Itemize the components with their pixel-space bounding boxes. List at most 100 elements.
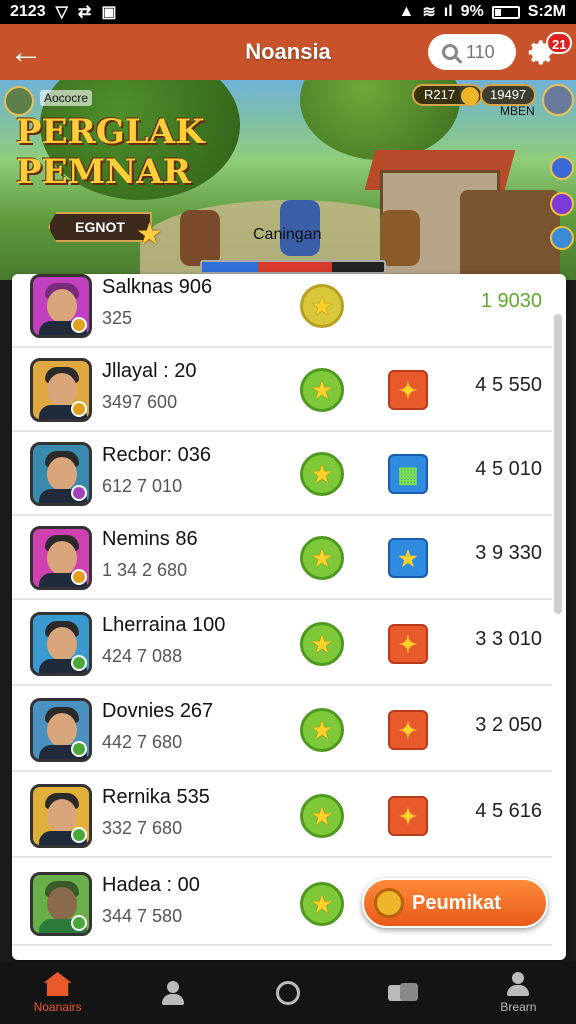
player-score: 3 9 330: [475, 542, 542, 564]
health-bar: [200, 260, 386, 274]
player-value: 344 7 580: [102, 906, 183, 926]
shield-icon[interactable]: [550, 156, 574, 180]
claim-button-label: Peumikat: [412, 891, 501, 914]
search-button[interactable]: 110: [428, 34, 516, 70]
settings-bubble-icon[interactable]: [550, 226, 574, 250]
player-value: 325: [102, 308, 133, 328]
sponsor-label: Aococre: [40, 90, 93, 106]
resource-counter: R217: [412, 84, 484, 106]
player-name: Salknas 906: [102, 276, 213, 298]
table-row[interactable]: Dovnies 267 442 7 680 ★ ✦ 3 2 050: [12, 688, 552, 772]
star-icon[interactable]: ★: [300, 882, 344, 926]
nav-account[interactable]: Brearn: [461, 962, 576, 1024]
avatar: [30, 442, 92, 506]
app-bar: ← Noansia 110 21: [0, 24, 576, 80]
resource-counter: 19497: [480, 84, 537, 106]
player-name: Nemins 86: [102, 528, 198, 550]
battery-percent: 9%: [460, 3, 484, 20]
player-name: Recbor: 036: [102, 444, 211, 466]
player-score: 3 3 010: [475, 628, 542, 650]
player-name: Rernika 535: [102, 786, 210, 808]
logo-line-2: PEMNAR: [16, 152, 191, 192]
avatar: [30, 358, 92, 422]
gallery-icon: ▲: [398, 3, 415, 20]
hero-figure: [380, 210, 420, 266]
home-icon: [43, 972, 72, 996]
search-count: 110: [466, 41, 495, 62]
player-name: Dovnies 267: [102, 700, 214, 722]
resource-value: 19497: [490, 87, 527, 102]
back-arrow-icon[interactable]: ←: [0, 24, 52, 80]
hero-figure: [180, 210, 220, 266]
table-row[interactable]: Salknas 906 325 ★ 1 9030: [12, 274, 552, 348]
star-icon[interactable]: ★: [300, 452, 344, 496]
star-icon[interactable]: ★: [300, 368, 344, 412]
table-row[interactable]: Nemins 86 1 34 2 680 ★ ★ 3 9 330: [12, 516, 552, 600]
circle-icon: [276, 981, 300, 1005]
banner-mill: [460, 190, 560, 280]
nav-center[interactable]: [230, 962, 345, 1024]
image-icon: ▣: [101, 4, 117, 21]
reward-icon[interactable]: ✦: [388, 370, 428, 410]
sync-icon: ⇄: [77, 4, 92, 21]
reward-icon[interactable]: ✦: [388, 624, 428, 664]
gem-icon[interactable]: [550, 192, 574, 216]
leaderboard-card: Salknas 906 325 ★ 1 9030 Jllayal : 20 34…: [12, 274, 566, 960]
player-value: 3497 600: [102, 392, 178, 412]
banner-caption: Caningan: [253, 226, 322, 243]
star-icon[interactable]: ★: [300, 622, 344, 666]
player-value: 332 7 680: [102, 818, 183, 838]
nav-cards[interactable]: [346, 962, 461, 1024]
status-time-right: S:2M: [527, 3, 566, 20]
table-row[interactable]: Jllayal : 20 3497 600 ★ ✦ 4 5 550: [12, 348, 552, 432]
resource-label: MBEN: [500, 104, 535, 118]
opponent-avatar[interactable]: [542, 84, 574, 116]
battery-icon: [491, 5, 520, 19]
star-icon[interactable]: ★: [300, 284, 344, 328]
star-badge-icon[interactable]: ★: [388, 538, 428, 578]
claim-button[interactable]: Peumikat: [362, 878, 548, 928]
reward-icon[interactable]: ✦: [388, 796, 428, 836]
resource-value: R217: [424, 87, 456, 102]
player-value: 612 7 010: [102, 476, 183, 496]
star-icon[interactable]: ★: [300, 708, 344, 752]
player-name: Hadea : 00: [102, 874, 200, 896]
avatar: [30, 612, 92, 676]
table-row[interactable]: Recbor: 036 612 7 010 ★ ▦ 4 5 010: [12, 432, 552, 516]
bottom-nav: Noanairs Brearn: [0, 962, 576, 1024]
status-time-left: 2123: [10, 3, 46, 20]
star-icon[interactable]: ★: [300, 794, 344, 838]
nav-account-label: Brearn: [500, 1000, 537, 1014]
player-score: 4 5 010: [475, 458, 542, 480]
star-icon: ★: [136, 218, 163, 251]
avatar: [30, 274, 92, 338]
coin-icon: [374, 888, 404, 918]
game-logo: PERGLAK PEMNAR: [16, 112, 205, 192]
player-value: 442 7 680: [102, 732, 183, 752]
logo-line-1: PERGLAK: [16, 112, 205, 152]
player-score: 4 5 550: [475, 374, 542, 396]
player-score: 3 2 050: [475, 714, 542, 736]
reward-icon[interactable]: ✦: [388, 710, 428, 750]
signal-icon: ıl: [443, 3, 453, 20]
player-name: Jllayal : 20: [102, 360, 197, 382]
nav-home[interactable]: Noanairs: [0, 962, 115, 1024]
player-value: 1 34 2 680: [102, 560, 188, 580]
table-row[interactable]: Lherraina 100 424 7 088 ★ ✦ 3 3 010: [12, 602, 552, 686]
avatar: [30, 698, 92, 762]
cards-icon: [388, 983, 419, 1003]
table-row[interactable]: Rernika 535 332 7 680 ★ ✦ 4 5 616: [12, 774, 552, 858]
star-icon[interactable]: ★: [300, 536, 344, 580]
player-score: 1 9030: [480, 290, 542, 312]
nav-home-label: Noanairs: [33, 1000, 82, 1014]
avatar: [30, 872, 92, 936]
player-value: 424 7 088: [102, 646, 183, 666]
status-bar: 2123 ▽ ⇄ ▣ ▲ ≋ ıl 9% S:2M: [0, 0, 576, 24]
person-icon: [506, 972, 530, 996]
nav-profile[interactable]: [115, 962, 230, 1024]
avatar: [30, 526, 92, 590]
scrollbar[interactable]: [554, 314, 562, 614]
calendar-icon[interactable]: ▦: [388, 454, 428, 494]
coin-icon: [461, 87, 480, 105]
location-icon: ▽: [55, 4, 68, 21]
